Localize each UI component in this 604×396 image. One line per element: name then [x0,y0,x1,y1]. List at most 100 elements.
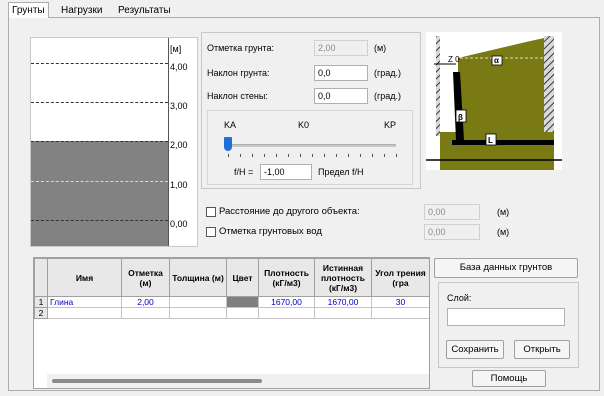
header-level[interactable]: Отметка (м) [121,258,170,297]
distance-checkbox[interactable] [206,207,216,217]
ground-hatch-right [544,36,554,132]
wall-diagram-svg: Z 0 α β L [426,32,562,170]
cell-thickness[interactable] [169,296,227,308]
fh-input[interactable]: -1,00 [260,164,312,180]
slider-tick [264,154,265,157]
distance-unit: (м) [497,207,510,217]
table-row[interactable]: 1 Глина 2,00 1670,00 1670,00 30 [34,296,429,308]
horizontal-scrollbar[interactable] [47,374,429,388]
slider-tick [312,154,313,157]
slider-tick [240,154,241,157]
cell-level[interactable]: 2,00 [121,296,170,308]
ground-slope-label: Наклон грунта: [207,68,270,78]
slider-tick [300,154,301,157]
slider-tick [252,154,253,157]
grid-line [31,220,168,221]
retaining-wall-diagram: Z 0 α β L [426,32,562,170]
cell-density[interactable]: 1670,00 [258,296,315,308]
ground-level-label: Отметка грунта: [207,43,274,53]
scale-tick-label: 2,00 [170,140,188,150]
slider-label-ka: KA [224,120,237,130]
soil-table[interactable]: Имя Отметка (м) Толщина (м) Цвет Плотнос… [33,257,430,389]
soil-database-button[interactable]: База данных грунтов [434,258,578,278]
cell-name[interactable] [47,307,122,319]
header-density[interactable]: Плотность (кГ/м3) [258,258,315,297]
cell-friction[interactable] [371,307,429,319]
scale-tick-label: 0,00 [170,219,188,229]
header-friction[interactable]: Угол трения (гра [371,258,429,297]
slider-tick [360,154,361,157]
soil-layer-fill [31,141,168,246]
ground-level-unit: (м) [374,43,387,53]
groundwater-checkbox[interactable] [206,227,216,237]
cell-density[interactable] [258,307,315,319]
header-name[interactable]: Имя [47,258,122,297]
distance-field: 0,00 [424,204,480,220]
ground-hatch-left [436,36,440,136]
row-number-header [34,258,48,297]
slider-tick [384,154,385,157]
grid-line [31,181,168,182]
slider-thumb[interactable] [224,137,232,151]
slider-tick [348,154,349,157]
soil-profile-view: [м] 4,00 3,00 2,00 1,00 0,00 [30,37,198,247]
grid-line [31,102,168,103]
grid-line [31,63,168,64]
scale-axis [168,38,169,246]
header-color[interactable]: Цвет [226,258,259,297]
z0-label: Z 0 [448,55,460,64]
ground-level-field: 2,00 [314,40,368,56]
groundwater-label: Отметка грунтовых вод [219,226,322,237]
groundwater-field: 0,00 [424,224,480,240]
beta-label: β [458,113,463,122]
scrollbar-thumb[interactable] [52,379,262,383]
cell-thickness[interactable] [169,307,227,319]
pressure-coefficient-group: KA K0 KP f/H = -1,00 Предел f/H [207,110,413,185]
wall-slope-unit: (град.) [374,91,402,101]
length-label: L [488,136,493,145]
layer-group: Слой: Сохранить Открыть [438,282,579,368]
slider-tick [228,154,229,157]
layer-label: Слой: [447,293,472,303]
slider-label-kp: KP [384,120,397,130]
alpha-label: α [494,56,499,65]
slider-tick [324,154,325,157]
cell-name[interactable]: Глина [47,296,122,308]
grid-line [31,141,168,142]
cell-true-density[interactable] [314,307,372,319]
header-true-density[interactable]: Истинная плотность (кГ/м3) [314,258,372,297]
row-number: 1 [34,296,48,308]
cell-level[interactable] [121,307,170,319]
table-row[interactable]: 2 [34,307,429,319]
tab-loads[interactable]: Нагрузки [58,3,105,18]
wall-slope-input[interactable]: 0,0 [314,88,368,104]
ground-slope-input[interactable]: 0,0 [314,65,368,81]
header-thickness[interactable]: Толщина (м) [169,258,227,297]
save-button[interactable]: Сохранить [446,340,504,359]
open-button[interactable]: Открыть [514,340,570,359]
layer-input[interactable] [447,308,565,326]
fh-limit-label: Предел f/H [318,167,364,177]
slider-ticks [228,154,397,157]
slider-track[interactable] [228,144,396,147]
cell-friction[interactable]: 30 [371,296,429,308]
parameters-group: Отметка грунта: 2,00 (м) Наклон грунта: … [201,32,421,189]
cell-true-density[interactable]: 1670,00 [314,296,372,308]
scale-tick-label: 1,00 [170,180,188,190]
scale-unit: [м] [170,44,182,54]
slider-tick [336,154,337,157]
cell-color[interactable] [226,296,259,308]
soil-table-grid: Имя Отметка (м) Толщина (м) Цвет Плотнос… [34,258,429,319]
slider-tick [372,154,373,157]
ground-slope-unit: (град.) [374,68,402,78]
scale-tick-label: 3,00 [170,101,188,111]
row-number: 2 [34,307,48,319]
slider-tick [396,154,397,157]
cell-color[interactable] [226,307,259,319]
tab-results[interactable]: Результаты [115,3,174,18]
scale-tick-label: 4,00 [170,62,188,72]
wall-footing [452,140,554,145]
fh-label: f/H = [234,167,254,177]
tab-soils[interactable]: Грунты [8,2,49,18]
help-button[interactable]: Помощь [472,370,546,387]
